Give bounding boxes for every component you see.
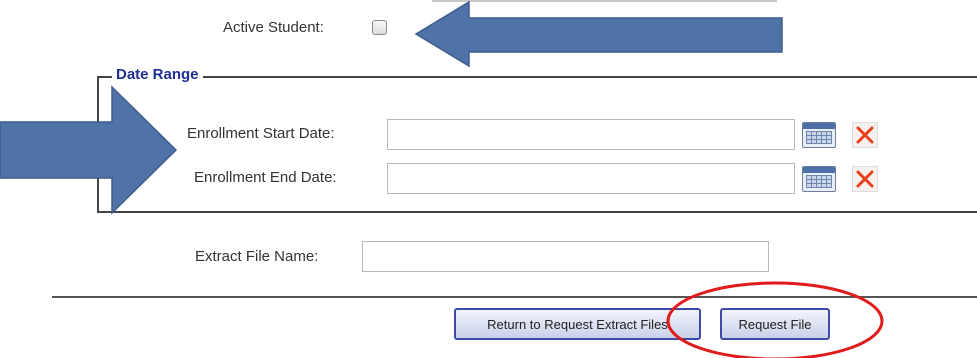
enrollment-end-date-input[interactable] [387,163,795,194]
active-student-checkbox[interactable] [372,20,387,35]
annotation-highlight-circle [666,281,884,358]
active-student-label: Active Student: [223,19,324,36]
enrollment-start-date-input[interactable] [387,119,795,150]
extract-file-name-label: Extract File Name: [195,248,319,265]
calendar-icon[interactable] [802,122,836,148]
annotation-arrow-right [0,85,178,215]
annotation-arrow-left [414,0,783,68]
date-range-legend: Date Range [112,66,203,83]
calendar-icon[interactable] [802,166,836,192]
clear-x-icon[interactable] [852,166,878,192]
extract-file-name-input[interactable] [362,241,769,272]
enrollment-end-date-label: Enrollment End Date: [194,169,337,186]
enrollment-start-date-label: Enrollment Start Date: [187,125,335,142]
clear-x-icon[interactable] [852,122,878,148]
